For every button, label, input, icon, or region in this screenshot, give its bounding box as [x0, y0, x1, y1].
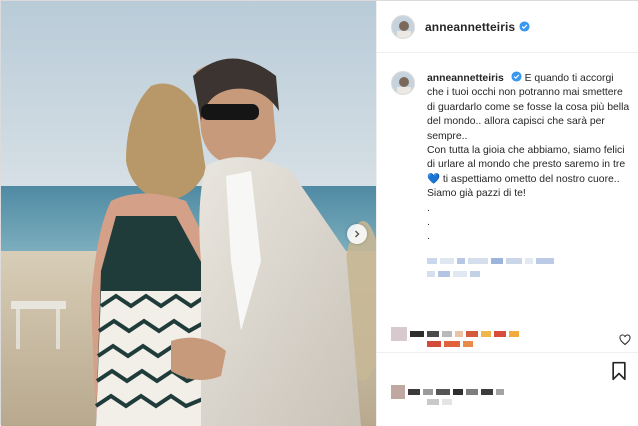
heart-outline-icon[interactable]	[619, 334, 631, 346]
post-photo[interactable]	[1, 1, 376, 426]
verified-badge-icon	[519, 21, 530, 32]
bookmark-icon[interactable]	[609, 361, 629, 381]
caption-dot: .	[427, 202, 430, 214]
pixelated-comment	[391, 327, 519, 341]
caption-line-2: Con tutta la gioia che abbiamo, siamo fe…	[427, 145, 626, 171]
avatar-image	[392, 15, 414, 38]
caption-line-4: Siamo già pazzi di te!	[427, 188, 526, 200]
action-bar	[377, 352, 638, 426]
caption-avatar[interactable]	[391, 71, 415, 95]
blue-heart-emoji: 💙	[427, 173, 440, 185]
avatar[interactable]	[391, 14, 415, 39]
pixelated-hashtags	[427, 258, 554, 264]
instagram-post-modal: anneannetteiris anneannetteiris E quando…	[0, 0, 638, 426]
caption-dot: .	[427, 217, 430, 229]
carousel-next-button[interactable]	[347, 224, 367, 244]
post-sidebar: anneannetteiris anneannetteiris E quando…	[376, 1, 638, 426]
post-caption: anneannetteiris E quando ti accorgi che …	[427, 71, 631, 245]
pixelated-hashtags	[427, 271, 480, 277]
avatar-image	[392, 72, 414, 94]
couple-beach-photo	[1, 1, 376, 426]
chevron-right-icon	[355, 230, 360, 238]
caption-username[interactable]: anneannetteiris	[427, 73, 504, 84]
caption-dot: .	[427, 231, 430, 243]
caption-line-3: ti aspettiamo ometto del nostro cuore..	[442, 173, 620, 185]
header-username[interactable]: anneannetteiris	[425, 20, 515, 34]
caption-block: anneannetteiris E quando ti accorgi che …	[391, 71, 631, 245]
verified-badge-icon	[511, 71, 522, 82]
post-header: anneannetteiris	[377, 1, 638, 53]
pixelated-comment	[427, 341, 473, 347]
